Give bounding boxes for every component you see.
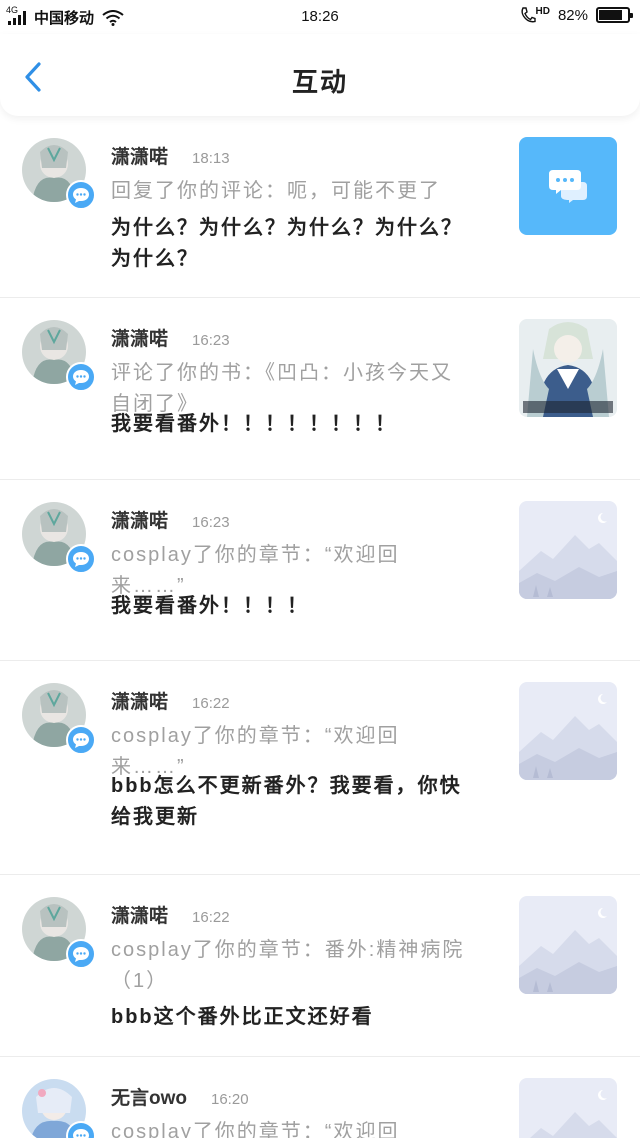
list-item[interactable]: 无言owo 16:20 cosplay了你的章节：“欢迎回: [0, 1057, 640, 1138]
name-row: 无言owo 16:20: [111, 1083, 249, 1110]
user-name[interactable]: 潇潇喏: [111, 506, 168, 533]
avatar[interactable]: [22, 138, 96, 210]
timestamp: 16:22: [192, 909, 230, 926]
mountain-placeholder-icon: [519, 501, 617, 599]
call-hd-icon: HD: [520, 6, 550, 24]
status-bar: 4G 中国移动 18:26 HD 82%: [0, 0, 640, 34]
nav-bar: 互动: [0, 34, 640, 116]
placeholder-thumbnail[interactable]: [519, 896, 617, 994]
name-row: 潇潇喏 16:23: [111, 324, 230, 351]
user-name[interactable]: 潇潇喏: [111, 687, 168, 714]
action-text: cosplay了你的章节：“欢迎回: [111, 1121, 400, 1138]
book-cover-image: [519, 319, 617, 417]
interaction-list: 潇潇喏 18:13 回复了你的评论：呃，可能不更了 为什么？为什么？为什么？为什…: [0, 116, 640, 1138]
comment-badge-icon: [66, 1121, 96, 1138]
avatar[interactable]: [22, 502, 96, 574]
name-row: 潇潇喏 16:22: [111, 901, 230, 928]
action-text: 回复了你的评论：呃，可能不更了: [111, 180, 441, 202]
timestamp: 18:13: [192, 150, 230, 167]
placeholder-thumbnail[interactable]: [519, 501, 617, 599]
name-row: 潇潇喏 18:13: [111, 142, 230, 169]
mountain-placeholder-icon: [519, 682, 617, 780]
comment-content: bbb这个番外比正文还好看: [111, 1006, 374, 1028]
list-item[interactable]: 潇潇喏 16:22 cosplay了你的章节：“欢迎回来……” bbb怎么不更新…: [0, 661, 640, 875]
user-name[interactable]: 无言owo: [111, 1083, 187, 1110]
placeholder-thumbnail[interactable]: [519, 1078, 617, 1138]
avatar[interactable]: [22, 683, 96, 755]
comment-content: 为什么？为什么？为什么？为什么？为什么？: [111, 217, 463, 270]
comment-content: 我要看番外！！！！: [111, 595, 309, 617]
comment-badge-icon: [66, 544, 96, 574]
name-row: 潇潇喏 16:23: [111, 506, 230, 533]
mountain-placeholder-icon: [519, 1078, 617, 1138]
list-item[interactable]: 潇潇喏 16:23 评论了你的书：《凹凸：小孩今天又自闭了》 我要看番外！！！！…: [0, 298, 640, 480]
comment-content: bbb怎么不更新番外？我要看，你快给我更新: [111, 775, 462, 828]
avatar[interactable]: [22, 1079, 96, 1138]
timestamp: 16:23: [192, 332, 230, 349]
book-cover-thumbnail[interactable]: [519, 319, 617, 417]
timestamp: 16:20: [211, 1091, 249, 1108]
page-title: 互动: [291, 67, 348, 97]
comment-badge-icon: [66, 180, 96, 210]
chat-bubbles-icon: [549, 170, 587, 203]
user-name[interactable]: 潇潇喏: [111, 324, 168, 351]
comment-badge-icon: [66, 362, 96, 392]
message-thumbnail[interactable]: [519, 137, 617, 235]
battery-icon: [596, 7, 633, 23]
name-row: 潇潇喏 16:22: [111, 687, 230, 714]
placeholder-thumbnail[interactable]: [519, 682, 617, 780]
timestamp: 16:22: [192, 695, 230, 712]
user-name[interactable]: 潇潇喏: [111, 142, 168, 169]
list-item[interactable]: 潇潇喏 16:22 cosplay了你的章节：番外:精神病院（1） bbb这个番…: [0, 875, 640, 1057]
comment-content: 我要看番外！！！！！！！！: [111, 413, 397, 435]
user-name[interactable]: 潇潇喏: [111, 901, 168, 928]
list-item[interactable]: 潇潇喏 16:23 cosplay了你的章节：“欢迎回来……” 我要看番外！！！…: [0, 480, 640, 661]
battery-fill: [599, 10, 622, 20]
action-text: cosplay了你的章节：番外:精神病院（1）: [111, 939, 465, 992]
timestamp: 16:23: [192, 514, 230, 531]
battery-percent: 82%: [557, 6, 588, 24]
avatar[interactable]: [22, 320, 96, 392]
avatar[interactable]: [22, 897, 96, 969]
hd-label: HD: [535, 6, 550, 17]
comment-badge-icon: [66, 939, 96, 969]
list-item[interactable]: 潇潇喏 18:13 回复了你的评论：呃，可能不更了 为什么？为什么？为什么？为什…: [0, 116, 640, 298]
status-right: HD 82%: [520, 6, 633, 24]
mountain-placeholder-icon: [519, 896, 617, 994]
comment-badge-icon: [66, 725, 96, 755]
